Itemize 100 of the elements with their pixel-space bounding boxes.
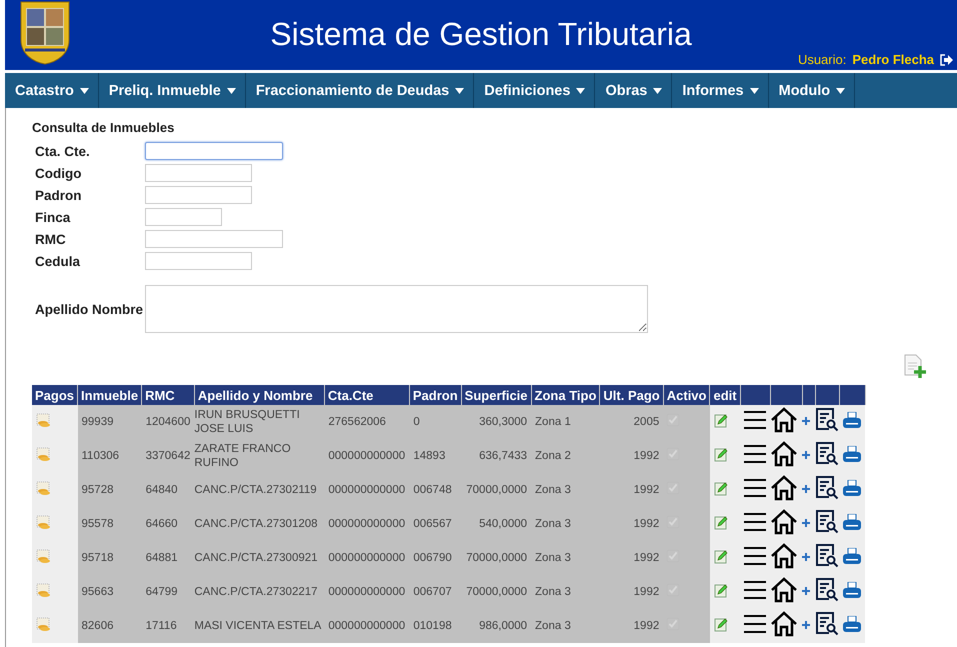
table-cell: CANC.P/CTA.27302217 [194,575,324,609]
document-search-icon[interactable] [815,611,840,637]
textarea-field[interactable] [145,285,648,333]
input-field[interactable] [145,208,222,226]
table-cell: 1204600 [142,405,194,439]
printer-icon[interactable] [843,412,862,428]
menu-icon[interactable] [744,546,766,566]
document-search-icon[interactable] [815,407,840,433]
printer-icon[interactable] [843,582,862,598]
table-cell: 82606 [78,609,142,643]
table-cell: 1992 [600,609,664,643]
table-cell: 64799 [142,575,194,609]
house-icon[interactable] [770,475,798,501]
nav-menu-item[interactable]: Catastro [5,73,99,108]
nav-menu-item[interactable]: Preliq. Inmueble [98,73,246,108]
table-cell: CANC.P/CTA.27300921 [194,541,324,575]
input-field[interactable] [145,186,252,204]
table-cell: ZARATE FRANCO RUFINO [194,439,324,473]
document-search-icon[interactable] [815,543,840,569]
nav-menu-item[interactable]: Informes [672,73,769,108]
table-cell: 14893 [409,439,462,473]
edit-icon[interactable] [714,616,729,632]
input-field[interactable] [145,164,252,182]
house-icon[interactable] [770,577,798,603]
edit-icon[interactable] [714,514,729,530]
document-search-icon[interactable] [815,509,840,535]
table-cell: 986,0000 [461,609,532,643]
caret-icon [576,88,586,94]
menu-icon[interactable] [744,512,766,532]
table-cell: 70000,0000 [461,473,532,507]
column-header: RMC [142,385,194,405]
printer-icon[interactable] [843,514,862,530]
table-cell: 000000000000 [324,439,410,473]
printer-icon[interactable] [843,480,862,496]
plus-icon[interactable] [802,621,810,629]
house-icon[interactable] [770,611,798,637]
caret-icon [226,88,236,94]
nav-menu-item[interactable]: Fraccionamiento de Deudas [246,73,474,108]
input-field[interactable] [145,252,252,270]
nav-menu-item[interactable]: Obras [595,73,672,108]
edit-icon[interactable] [714,412,729,428]
logout-icon[interactable] [940,54,953,66]
table-cell: MASI VICENTA ESTELA [194,609,324,643]
menu-icon[interactable] [744,614,766,634]
table-cell: 1992 [600,439,664,473]
house-icon[interactable] [770,407,798,433]
table-cell: 64881 [142,541,194,575]
field-label: Cta. Cte. [34,144,91,158]
house-icon[interactable] [770,441,798,467]
plus-icon[interactable] [802,587,810,595]
table-cell: Zona 3 [531,575,600,609]
user-name: Pedro Flecha [852,52,934,67]
document-search-icon[interactable] [815,441,840,467]
plus-icon[interactable] [802,485,810,493]
table-cell: 000000000000 [324,609,410,643]
document-search-icon[interactable] [815,577,840,603]
table-cell: 006790 [409,541,462,575]
printer-icon[interactable] [843,548,862,564]
field-label: Cedula [34,254,82,268]
input-field[interactable] [145,230,283,248]
menu-icon[interactable] [744,580,766,600]
nav-menu-item[interactable]: Definiciones [474,73,596,108]
table-cell: Zona 3 [531,609,600,643]
house-icon[interactable] [770,509,798,535]
plus-icon[interactable] [802,519,810,527]
column-header: Pagos [32,385,78,405]
menu-icon[interactable] [744,478,766,498]
table-cell: 006707 [409,575,462,609]
edit-icon[interactable] [714,480,729,496]
column-header: edit [710,385,740,405]
input-field[interactable] [145,142,283,160]
plus-icon[interactable] [802,417,810,425]
field-label: Codigo [34,166,82,180]
printer-icon[interactable] [843,616,862,632]
plus-icon[interactable] [802,451,810,459]
table-cell: 540,0000 [461,507,532,541]
menu-icon[interactable] [744,410,766,430]
nav-menu-item[interactable]: Modulo [768,73,856,108]
column-header: Cta.Cte [324,385,410,405]
table-cell: 95663 [78,575,142,609]
table-cell: 70000,0000 [461,541,532,575]
table-cell: 1992 [600,507,664,541]
table-cell: 010198 [409,609,462,643]
house-icon[interactable] [770,543,798,569]
plus-icon[interactable] [802,553,810,561]
menu-icon[interactable] [744,444,766,464]
edit-icon[interactable] [714,446,729,462]
table-cell: 000000000000 [324,575,410,609]
table-cell: 70000,0000 [461,575,532,609]
table-cell: 64840 [142,473,194,507]
field-label: RMC [34,232,67,246]
table-cell: 17116 [142,609,194,643]
edit-icon[interactable] [714,582,729,598]
document-search-icon[interactable] [815,475,840,501]
table-cell: 000000000000 [324,507,410,541]
add-document-icon[interactable] [903,354,927,380]
table-cell: Zona 3 [531,473,600,507]
table-cell: 1992 [600,541,664,575]
printer-icon[interactable] [843,446,862,462]
edit-icon[interactable] [714,548,729,564]
